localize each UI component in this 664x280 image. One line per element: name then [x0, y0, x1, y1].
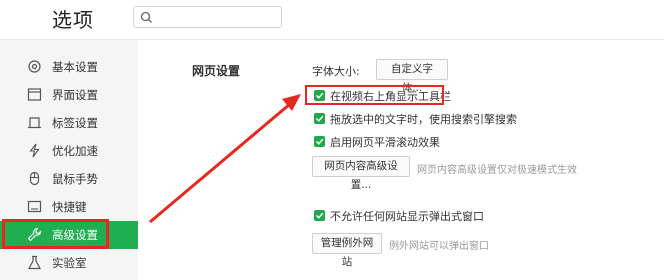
- sidebar-item-label: 鼠标手势: [52, 172, 98, 186]
- page-title: 选项: [52, 8, 94, 32]
- checkbox-label: 不允许任何网站显示弹出式窗口: [330, 210, 484, 223]
- keyboard-icon: [27, 200, 42, 213]
- window-icon: [27, 88, 42, 101]
- video-toolbar-highlight-box: [305, 85, 444, 105]
- checkbox[interactable]: [314, 136, 325, 147]
- sidebar-item-label: 优化加速: [52, 144, 98, 158]
- section-title: 网页设置: [192, 64, 241, 78]
- sidebar-item-shortcuts[interactable]: 快捷键: [0, 193, 138, 221]
- manage-exceptions-button[interactable]: 管理例外网站: [312, 233, 382, 268]
- check-icon: [315, 138, 324, 145]
- tab-icon: [28, 117, 41, 129]
- advanced-hint: 网页内容高级设置仅对极速模式生效: [417, 165, 577, 176]
- flask-icon: [28, 255, 41, 270]
- sidebar-highlight-box: [2, 219, 109, 249]
- sidebar-item-optimize[interactable]: 优化加速: [0, 137, 138, 165]
- sidebar-item-interface[interactable]: 界面设置: [0, 81, 138, 109]
- exceptions-hint: 例外网站可以弹出窗口: [389, 241, 489, 252]
- sidebar-item-mouse[interactable]: 鼠标手势: [0, 165, 138, 193]
- search-box[interactable]: [133, 6, 282, 28]
- sidebar-item-tabs[interactable]: 标签设置: [0, 109, 138, 137]
- search-input[interactable]: [156, 9, 278, 25]
- checkbox[interactable]: [314, 210, 325, 221]
- checkbox-label: 拖放选中的文字时，使用搜索引擎搜索: [330, 113, 517, 126]
- check-icon: [315, 212, 324, 219]
- font-size-label: 字体大小:: [312, 65, 360, 78]
- sidebar-item-basic[interactable]: 基本设置: [0, 53, 138, 81]
- sidebar-item-lab[interactable]: 实验室: [0, 249, 138, 277]
- custom-font-button[interactable]: 自定义字体...: [376, 59, 448, 94]
- checkbox-label: 启用网页平滑滚动效果: [330, 136, 440, 149]
- sidebar-item-label: 快捷键: [52, 200, 87, 214]
- advanced-content-button[interactable]: 网页内容高级设置...: [312, 156, 410, 191]
- sidebar-item-label: 界面设置: [52, 88, 98, 102]
- checkbox[interactable]: [314, 113, 325, 124]
- sidebar-item-label: 标签设置: [52, 116, 98, 130]
- mouse-icon: [29, 171, 40, 186]
- lightning-icon: [29, 143, 40, 158]
- search-icon: [140, 11, 152, 23]
- gear-icon: [28, 60, 41, 73]
- check-icon: [315, 115, 324, 122]
- sidebar-item-label: 实验室: [52, 256, 87, 270]
- sidebar-item-label: 基本设置: [52, 60, 98, 74]
